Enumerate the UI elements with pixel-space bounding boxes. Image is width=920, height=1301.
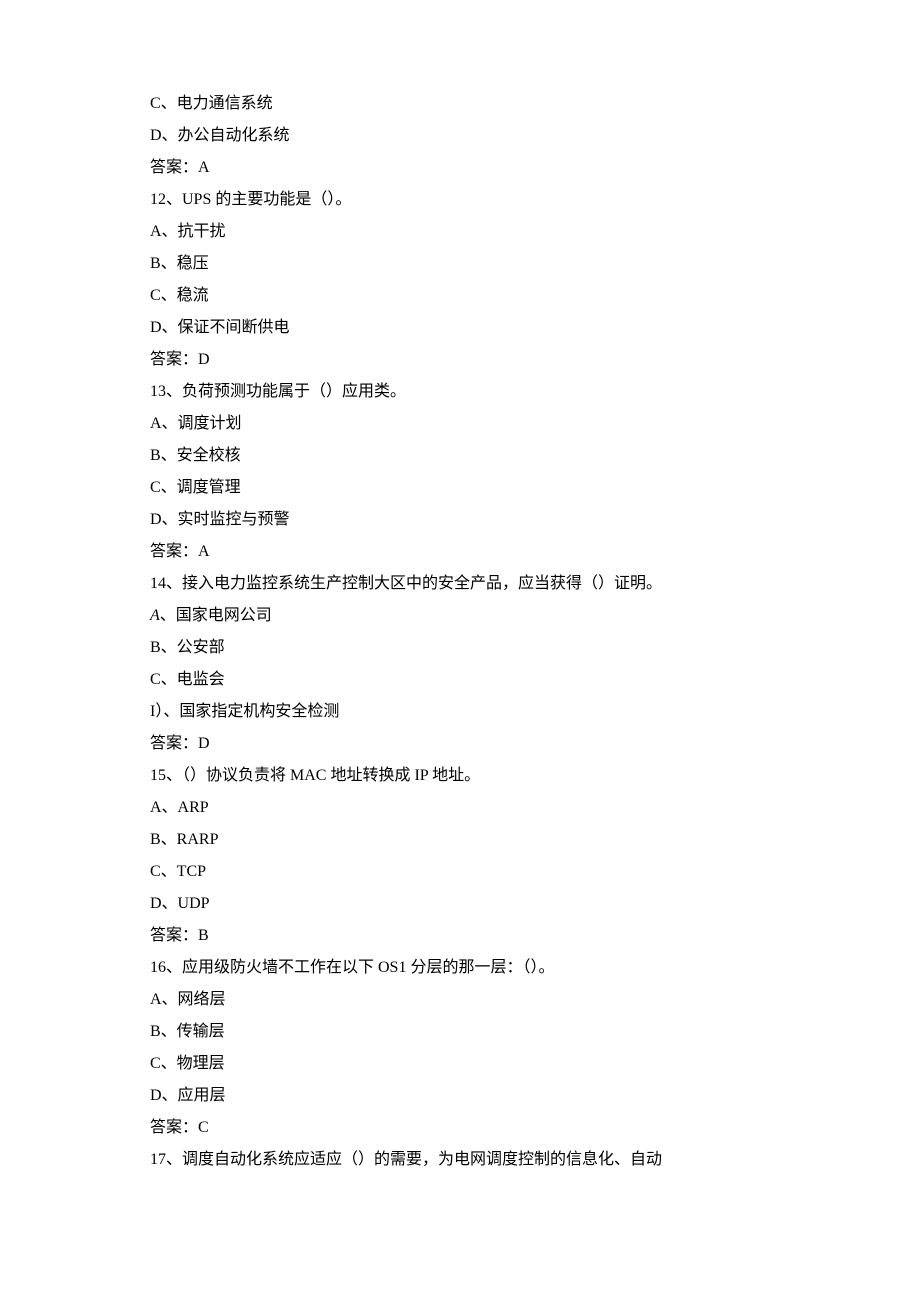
- question-15-stem: 15、（）协议负责将 MAC 地址转换成 IP 地址。: [150, 760, 770, 792]
- question-16-stem: 16、应用级防火墙不工作在以下 OS1 分层的那一层：（）。: [150, 952, 770, 984]
- question-13-option-c: C、调度管理: [150, 472, 770, 504]
- question-14-answer: 答案：D: [150, 728, 770, 760]
- question-16-option-c: C、物理层: [150, 1048, 770, 1080]
- question-16-option-a: A、网络层: [150, 984, 770, 1016]
- question-12-option-d: D、保证不间断供电: [150, 312, 770, 344]
- question-13-option-a: A、调度计划: [150, 408, 770, 440]
- question-14-option-c: C、电监会: [150, 664, 770, 696]
- question-12-option-b: B、稳压: [150, 248, 770, 280]
- question-12-option-c: C、稳流: [150, 280, 770, 312]
- question-15-answer: 答案：B: [150, 920, 770, 952]
- question-13-option-b: B、安全校核: [150, 440, 770, 472]
- question-14-option-a-label: A: [150, 607, 160, 624]
- document-page: C、电力通信系统 D、办公自动化系统 答案：A 12、UPS 的主要功能是（）。…: [0, 0, 920, 1301]
- question-12-answer: 答案：D: [150, 344, 770, 376]
- question-14-option-a-text: 、国家电网公司: [160, 607, 272, 624]
- question-14-option-b: B、公安部: [150, 632, 770, 664]
- question-11-option-d: D、办公自动化系统: [150, 120, 770, 152]
- question-17-stem: 17、调度自动化系统应适应（）的需要，为电网调度控制的信息化、自动: [150, 1144, 770, 1176]
- question-13-answer: 答案：A: [150, 536, 770, 568]
- question-16-answer: 答案：C: [150, 1112, 770, 1144]
- question-12-option-a: A、抗干扰: [150, 216, 770, 248]
- question-11-option-c: C、电力通信系统: [150, 88, 770, 120]
- question-11-answer: 答案：A: [150, 152, 770, 184]
- question-13-option-d: D、实时监控与预警: [150, 504, 770, 536]
- question-15-option-b: B、RARP: [150, 824, 770, 856]
- question-16-option-d: D、应用层: [150, 1080, 770, 1112]
- question-14-option-a: A、国家电网公司: [150, 600, 770, 632]
- question-14-option-d: I）、国家指定机构安全检测: [150, 696, 770, 728]
- question-15-option-a: A、ARP: [150, 792, 770, 824]
- question-15-option-d: D、UDP: [150, 888, 770, 920]
- question-14-stem: 14、接入电力监控系统生产控制大区中的安全产品，应当获得（）证明。: [150, 568, 770, 600]
- question-12-stem: 12、UPS 的主要功能是（）。: [150, 184, 770, 216]
- question-13-stem: 13、负荷预测功能属于（）应用类。: [150, 376, 770, 408]
- question-16-option-b: B、传输层: [150, 1016, 770, 1048]
- question-15-option-c: C、TCP: [150, 856, 770, 888]
